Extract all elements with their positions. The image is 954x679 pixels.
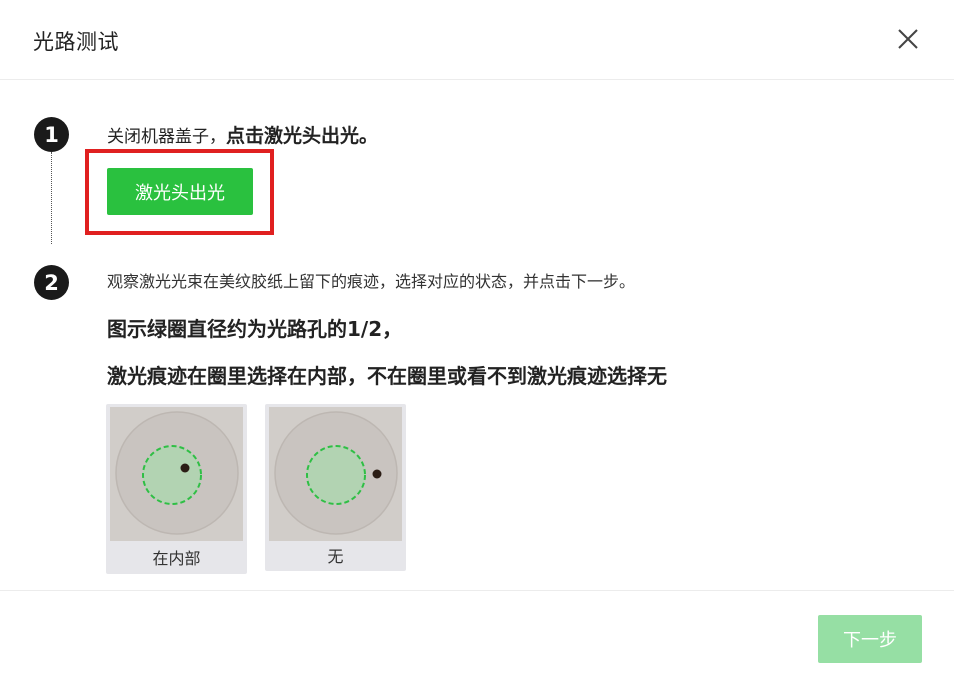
step-2-badge: 2 — [34, 265, 69, 300]
option-inside-card[interactable]: 在内部 — [106, 404, 247, 574]
close-icon[interactable] — [894, 25, 922, 53]
dialog-header: 光路测试 — [0, 0, 954, 80]
step-2-note-1: 图示绿圈直径约为光路孔的1/2， — [107, 317, 403, 341]
step-1-instruction: 关闭机器盖子，点击激光头出光。 — [107, 121, 378, 148]
next-step-button[interactable]: 下一步 — [818, 615, 922, 663]
dialog-title: 光路测试 — [33, 30, 119, 54]
option-none-label: 无 — [327, 547, 344, 566]
step-2-note-2: 激光痕迹在圈里选择在内部，不在圈里或看不到激光痕迹选择无 — [107, 364, 667, 388]
step-2-instruction: 观察激光光束在美纹胶纸上留下的痕迹，选择对应的状态，并点击下一步。 — [107, 272, 636, 291]
laser-fire-button[interactable]: 激光头出光 — [107, 168, 253, 215]
option-none-card[interactable]: 无 — [265, 404, 406, 571]
step-1-text-bold: 点击激光头出光。 — [226, 125, 379, 147]
inside-sample-image — [110, 407, 243, 541]
none-sample-image — [269, 407, 402, 541]
step-1-badge: 1 — [34, 117, 69, 152]
step-connector — [51, 152, 52, 244]
step-1-text: 关闭机器盖子， — [107, 127, 226, 147]
footer-divider — [0, 590, 954, 591]
option-inside-label: 在内部 — [152, 549, 201, 568]
